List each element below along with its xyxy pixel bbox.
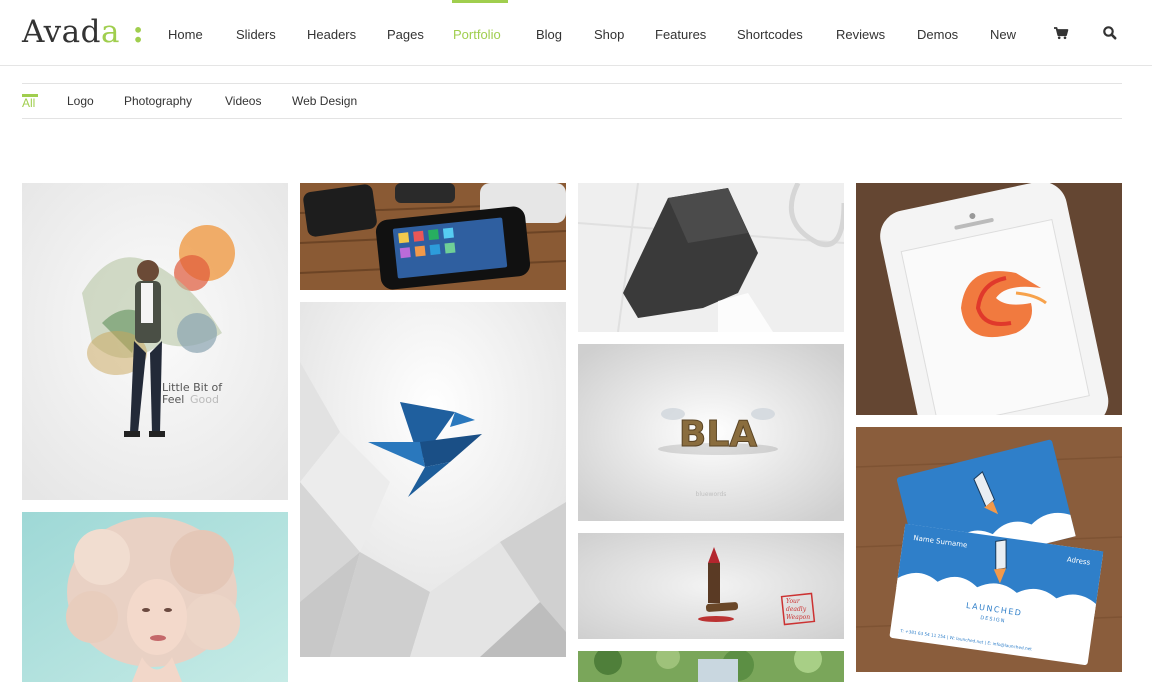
nav-item-sliders[interactable]: Sliders: [236, 27, 276, 42]
feel-good-caption-2b: Good: [190, 393, 219, 406]
origami-bird-artwork: [300, 302, 566, 657]
nav-item-blog[interactable]: Blog: [536, 27, 562, 42]
feel-good-caption-2a: Feel: [162, 393, 184, 406]
filter-photography[interactable]: Photography: [124, 94, 192, 108]
nav-item-features[interactable]: Features: [655, 27, 706, 42]
nav-item-pages[interactable]: Pages: [387, 27, 424, 42]
lipstick-stamp-line2: deadly: [786, 606, 807, 613]
portfolio-item-origami-bird[interactable]: [300, 302, 566, 657]
nav-item-new[interactable]: New: [990, 27, 1016, 42]
lipstick-stamp-line3: Weapon: [786, 614, 810, 621]
portfolio-item-feel-good[interactable]: Little Bit of Feel Good: [22, 183, 288, 500]
nav-item-shortcodes[interactable]: Shortcodes: [737, 27, 803, 42]
portfolio-item-phone-logo[interactable]: [856, 183, 1122, 415]
iphones-photo: [300, 183, 566, 290]
nav-item-home[interactable]: Home: [168, 27, 203, 42]
nav-active-indicator: [452, 0, 508, 3]
bla-word: BLA: [679, 414, 757, 455]
filter-all[interactable]: All: [22, 94, 38, 110]
lipstick-bullets-photo: Your deadly Weapon: [578, 533, 844, 639]
nav-item-demos[interactable]: Demos: [917, 27, 958, 42]
main-nav: Home Sliders Headers Pages Portfolio Blo…: [0, 0, 1152, 66]
filter-logo[interactable]: Logo: [67, 94, 94, 108]
portfolio-item-iphones[interactable]: [300, 183, 566, 290]
nav-item-shop[interactable]: Shop: [594, 27, 624, 42]
site-header: Avada : Home Sliders Headers Pages Portf…: [0, 0, 1152, 66]
filter-active-indicator: [22, 94, 38, 97]
nav-item-reviews[interactable]: Reviews: [836, 27, 885, 42]
search-icon[interactable]: [1101, 24, 1119, 42]
filter-all-label: All: [22, 96, 36, 110]
feel-good-artwork: Little Bit of Feel Good: [22, 183, 288, 500]
stone-photo: [578, 183, 844, 332]
filter-web-design[interactable]: Web Design: [292, 94, 357, 108]
portfolio-item-lipstick-bullets[interactable]: Your deadly Weapon: [578, 533, 844, 639]
garden-photo: [578, 651, 844, 682]
portfolio-item-curly-hair[interactable]: [22, 512, 288, 682]
nav-item-portfolio[interactable]: Portfolio: [453, 27, 501, 42]
portfolio-item-garden[interactable]: [578, 651, 844, 682]
filter-videos[interactable]: Videos: [225, 94, 261, 108]
phone-logo-photo: [856, 183, 1122, 415]
portfolio-item-stone[interactable]: [578, 183, 844, 332]
nav-item-headers[interactable]: Headers: [307, 27, 356, 42]
bla-small-text: bluewords: [696, 491, 727, 498]
portfolio-item-business-cards[interactable]: Name Surname Adress LAUNCHED DESIGN T: +…: [856, 427, 1122, 672]
business-cards-photo: Name Surname Adress LAUNCHED DESIGN T: +…: [856, 427, 1122, 672]
portfolio-filters: All Logo Photography Videos Web Design: [22, 83, 1122, 119]
curly-hair-photo: [22, 512, 288, 682]
cart-icon[interactable]: [1052, 24, 1070, 42]
bla-artwork: BLA bluewords: [578, 344, 844, 521]
portfolio-item-bla[interactable]: BLA bluewords: [578, 344, 844, 521]
lipstick-stamp-line1: Your: [786, 598, 801, 605]
